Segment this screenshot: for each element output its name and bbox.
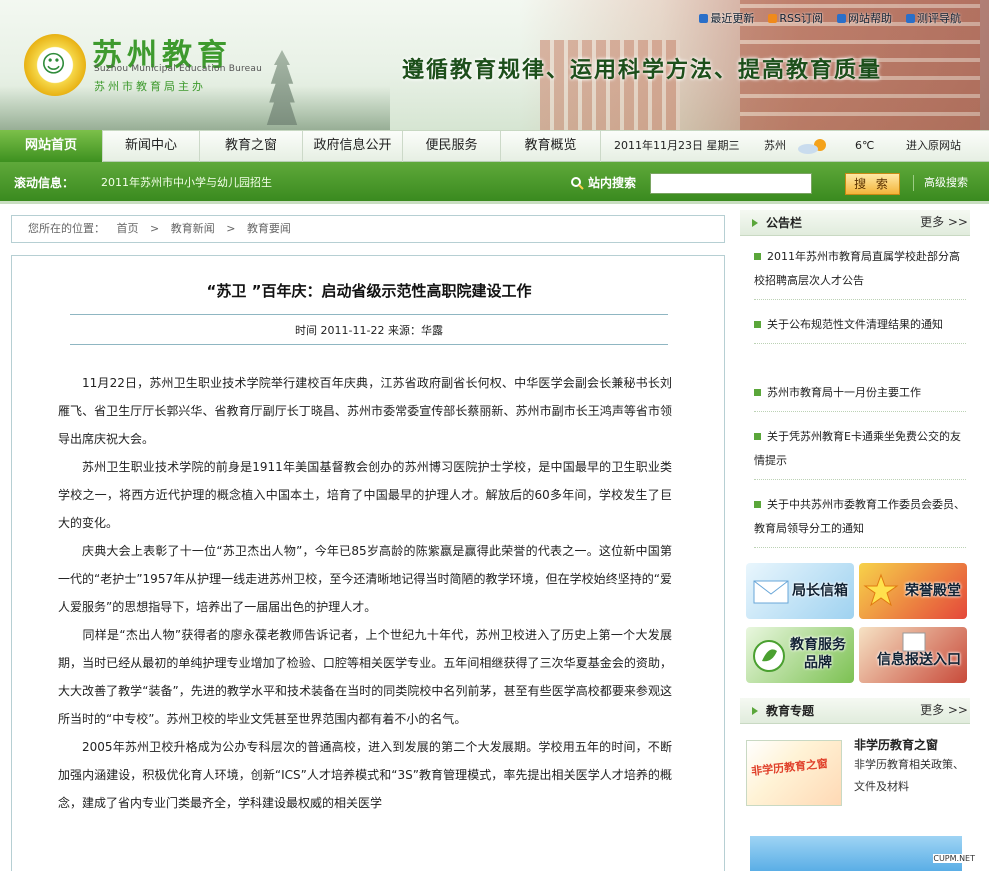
top-links: 最近更新 RSS订阅 网站帮助 测评导航 bbox=[699, 10, 961, 26]
nav-home[interactable]: 网站首页 bbox=[0, 130, 102, 163]
bullet-icon bbox=[754, 321, 761, 328]
search-input[interactable] bbox=[650, 173, 812, 194]
bullet-icon bbox=[754, 501, 761, 508]
topic-more-link[interactable]: 更多 >> bbox=[920, 698, 968, 722]
topic-section-title: 教育专题 bbox=[766, 704, 815, 718]
rss-icon bbox=[768, 13, 778, 23]
notice-title: 公告栏 bbox=[766, 216, 803, 230]
article-paragraph: 同样是“杰出人物”获得者的廖永葆老教师告诉记者，上个世纪九十年代，苏州卫校进入了… bbox=[58, 628, 672, 726]
topic-header: 教育专题 更多 >> bbox=[740, 698, 970, 724]
watermark: CUPM.NET bbox=[933, 854, 975, 863]
article-panel: “苏卫 ”百年庆：启动省级示范性高职院建设工作 时间 2011-11-22 来源… bbox=[11, 255, 725, 871]
bottom-banner-image[interactable] bbox=[750, 836, 962, 871]
star-icon bbox=[863, 573, 899, 607]
article-paragraph: 2005年苏州卫校升格成为公办专科层次的普通高校，进入到发展的第二个大发展期。学… bbox=[58, 740, 672, 810]
weather-temperature: 6℃ bbox=[855, 139, 875, 152]
bullet-icon bbox=[754, 389, 761, 396]
breadcrumb-item-headlines[interactable]: 教育要闻 bbox=[247, 222, 291, 235]
magnifier-icon bbox=[571, 177, 584, 190]
breadcrumb-separator: > bbox=[226, 222, 236, 235]
article-meta: 时间 2011-11-22 来源：华露 bbox=[295, 324, 443, 337]
site-title-english: Suzhou Municipal Education Bureau bbox=[94, 64, 263, 74]
site-search-label: 站内搜索 bbox=[570, 162, 636, 204]
breadcrumb-item-news[interactable]: 教育新闻 bbox=[171, 222, 215, 235]
bullet-icon bbox=[754, 433, 761, 440]
nav-icon bbox=[906, 13, 915, 23]
topic-thumbnail[interactable]: 非学历教育之窗 bbox=[746, 740, 842, 806]
breadcrumb-separator: > bbox=[150, 222, 160, 235]
director-mailbox-banner[interactable]: 局长信箱 bbox=[746, 563, 854, 619]
weather-city: 苏州 bbox=[764, 139, 786, 152]
logo-emblem-icon[interactable]: ☺ bbox=[24, 34, 86, 96]
topic-item-title[interactable]: 非学历教育之窗 bbox=[854, 736, 938, 753]
search-bar: 滚动信息： 2011年苏州市中小学与幼儿园招生 站内搜索 搜 索 高级搜索 bbox=[0, 162, 989, 204]
top-link-help[interactable]: 网站帮助 bbox=[837, 10, 892, 26]
sidebar: 公告栏 更多 >> 2011年苏州市教育局直属学校赴部分高校招聘高层次人才公告 … bbox=[740, 210, 970, 871]
notice-more-link[interactable]: 更多 >> bbox=[920, 210, 968, 234]
arrow-icon bbox=[752, 707, 758, 715]
nav-news-center[interactable]: 新闻中心 bbox=[102, 131, 199, 162]
current-date: 2011年11月23日 星期三 bbox=[614, 139, 740, 152]
original-site-link[interactable]: 进入原网站 bbox=[906, 131, 961, 161]
site-subtitle: 苏州市教育局主办 bbox=[94, 80, 206, 93]
meta-divider bbox=[70, 344, 668, 345]
article-paragraph: 11月22日，苏州卫生职业技术学院举行建校百年庆典，江苏省政府副省长何权、中华医… bbox=[58, 376, 672, 446]
header-slogan: 遵循教育规律、运用科学方法、提高教育质量 bbox=[402, 57, 883, 83]
scroll-label: 滚动信息： bbox=[14, 176, 75, 190]
honor-hall-banner[interactable]: 荣誉殿堂 bbox=[859, 563, 967, 619]
notice-item[interactable]: 苏州市教育局十一月份主要工作 bbox=[754, 381, 966, 412]
logo-glyph: ☺ bbox=[41, 50, 67, 78]
title-divider bbox=[70, 314, 668, 315]
envelope-icon bbox=[753, 580, 789, 604]
advanced-search-link[interactable]: 高级搜索 bbox=[924, 162, 968, 204]
nav-education-overview[interactable]: 教育概览 bbox=[500, 131, 601, 162]
nav-public-service[interactable]: 便民服务 bbox=[402, 131, 500, 162]
notice-item[interactable]: 关于公布规范性文件清理结果的通知 bbox=[754, 313, 966, 344]
top-link-recent-updates[interactable]: 最近更新 bbox=[699, 10, 754, 26]
bullet-icon bbox=[754, 253, 761, 260]
article-paragraph: 庆典大会上表彰了十一位“苏卫杰出人物”，今年已85岁高龄的陈紫嬴是赢得此荣誉的代… bbox=[58, 544, 672, 614]
topic-item-desc: 非学历教育相关政策、文件及材料 bbox=[854, 758, 964, 793]
nav-education-window[interactable]: 教育之窗 bbox=[199, 131, 302, 162]
help-icon bbox=[837, 13, 846, 23]
partly-cloudy-icon bbox=[798, 139, 826, 154]
site-header: ☺ 苏州教育 Suzhou Municipal Education Bureau… bbox=[0, 0, 989, 130]
breadcrumb-prefix: 您所在的位置： bbox=[28, 222, 105, 235]
arrow-icon bbox=[752, 219, 758, 227]
notice-item[interactable]: 关于凭苏州教育E卡通乘坐免费公交的友情提示 bbox=[754, 425, 966, 480]
search-button[interactable]: 搜 索 bbox=[845, 173, 900, 195]
top-link-eval-nav[interactable]: 测评导航 bbox=[906, 10, 961, 26]
scroll-news-link[interactable]: 2011年苏州市中小学与幼儿园招生 bbox=[101, 162, 272, 204]
education-service-brand-banner[interactable]: 教育服务品牌 bbox=[746, 627, 854, 683]
divider bbox=[913, 175, 914, 191]
notice-header: 公告栏 更多 >> bbox=[740, 210, 970, 236]
breadcrumb-item-home[interactable]: 首页 bbox=[117, 222, 139, 235]
article-title: “苏卫 ”百年庆：启动省级示范性高职院建设工作 bbox=[206, 282, 532, 300]
main-nav: 网站首页 新闻中心 教育之窗 政府信息公开 便民服务 教育概览 2011年11月… bbox=[0, 130, 989, 163]
breadcrumb: 您所在的位置： 首页 > 教育新闻 > 教育要闻 bbox=[11, 215, 725, 243]
info-submission-banner[interactable]: 信息报送入口 bbox=[859, 627, 967, 683]
notice-item[interactable]: 2011年苏州市教育局直属学校赴部分高校招聘高层次人才公告 bbox=[754, 245, 966, 300]
article-paragraph: 苏州卫生职业技术学院的前身是1911年美国基督教会创办的苏州博习医院护士学校，是… bbox=[58, 460, 672, 530]
nav-gov-info[interactable]: 政府信息公开 bbox=[302, 131, 402, 162]
article-body: 11月22日，苏州卫生职业技术学院举行建校百年庆典，江苏省政府副省长何权、中华医… bbox=[58, 369, 672, 817]
top-link-rss[interactable]: RSS订阅 bbox=[768, 10, 823, 26]
leaf-icon bbox=[753, 640, 785, 672]
update-icon bbox=[699, 13, 709, 23]
notice-item[interactable]: 关于中共苏州市委教育工作委员会委员、教育局领导分工的通知 bbox=[754, 493, 966, 548]
